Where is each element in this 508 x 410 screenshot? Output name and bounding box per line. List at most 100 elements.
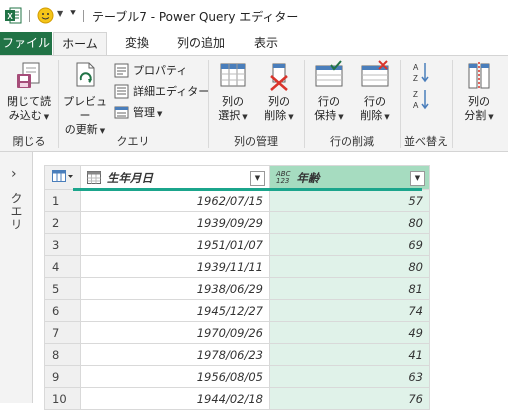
row-number[interactable]: 10 [44, 387, 81, 410]
table-row[interactable]: 9 1956/08/05 63 [44, 365, 430, 388]
svg-text:A: A [413, 101, 419, 110]
cell-birthdate[interactable]: 1939/09/29 [80, 211, 270, 234]
row-number[interactable]: 4 [44, 255, 81, 278]
row-number[interactable]: 6 [44, 299, 81, 322]
refresh-preview-button[interactable]: プレビュー の更新 ▼ [60, 60, 110, 138]
column-header-birthdate[interactable]: 生年月日 ▼ [80, 165, 270, 190]
header-row: 生年月日 ▼ ABC 123 年齢 ▼ [44, 165, 430, 190]
customize-quick-access-icon[interactable]: ⯆ [69, 8, 77, 19]
row-number[interactable]: 9 [44, 365, 81, 388]
cell-age[interactable]: 81 [269, 277, 430, 300]
sort-ascending-button[interactable]: A Z [412, 61, 430, 83]
table-row[interactable]: 8 1978/06/23 41 [44, 343, 430, 366]
column-name-birthdate: 生年月日 [107, 170, 153, 185]
table-row[interactable]: 1 1962/07/15 57 [44, 189, 430, 212]
cell-age[interactable]: 80 [269, 255, 430, 278]
expand-queries-chevron-icon[interactable]: › [11, 166, 17, 182]
calendar-icon [87, 170, 101, 184]
keep-rows-button[interactable]: 行の 保持 ▼ [306, 60, 352, 124]
group-separator [400, 60, 401, 148]
sort-ascending-icon: A Z [413, 63, 429, 83]
remove-columns-icon [263, 60, 295, 92]
table-menu-corner[interactable] [44, 165, 81, 190]
cell-age[interactable]: 80 [269, 211, 430, 234]
cell-birthdate[interactable]: 1944/02/18 [80, 387, 270, 410]
tab-file[interactable]: ファイル [0, 32, 52, 56]
cell-birthdate[interactable]: 1962/07/15 [80, 189, 270, 212]
cell-birthdate[interactable]: 1970/09/26 [80, 321, 270, 344]
queries-pane-label[interactable]: クエリ [8, 192, 25, 231]
row-number[interactable]: 2 [44, 211, 81, 234]
cell-age[interactable]: 69 [269, 233, 430, 256]
cell-age[interactable]: 57 [269, 189, 430, 212]
sort-descending-button[interactable]: Z A [412, 88, 430, 110]
table-row[interactable]: 6 1945/12/27 74 [44, 299, 430, 322]
row-number[interactable]: 3 [44, 233, 81, 256]
choose-columns-button[interactable]: 列の 選択 ▼ [210, 60, 256, 124]
row-number[interactable]: 1 [44, 189, 81, 212]
remove-rows-button[interactable]: 行の 削除 ▼ [352, 60, 398, 124]
table-row[interactable]: 7 1970/09/26 49 [44, 321, 430, 344]
row-number[interactable]: 7 [44, 321, 81, 344]
keep-rows-icon [313, 60, 345, 92]
close-and-load-button[interactable]: 閉じて読 み込む ▼ [4, 60, 54, 124]
remove-columns-label-1: 列の [268, 95, 290, 108]
smiley-icon[interactable] [37, 7, 54, 24]
group-label-query: クエリ [116, 135, 150, 148]
filter-dropdown-icon[interactable]: ▼ [250, 171, 265, 186]
table-row[interactable]: 4 1939/11/11 80 [44, 255, 430, 278]
group-separator [304, 60, 305, 148]
remove-columns-button[interactable]: 列の 削除 ▼ [256, 60, 302, 124]
data-grid: 生年月日 ▼ ABC 123 年齢 ▼ 1 1962/07/15 57 2 1939/09/… [44, 165, 430, 410]
cell-age[interactable]: 74 [269, 299, 430, 322]
column-header-age[interactable]: ABC 123 年齢 ▼ [269, 165, 430, 190]
cell-age[interactable]: 76 [269, 387, 430, 410]
queries-pane: › クエリ [0, 152, 33, 403]
close-load-icon [13, 60, 45, 92]
tab-transform[interactable]: 変換 [114, 32, 160, 56]
cell-birthdate[interactable]: 1978/06/23 [80, 343, 270, 366]
title-divider-2 [83, 10, 84, 22]
properties-button[interactable]: プロパティ [114, 62, 187, 80]
choose-columns-label-1: 列の [222, 95, 244, 108]
row-number[interactable]: 5 [44, 277, 81, 300]
any-type-icon: ABC 123 [276, 170, 291, 185]
table-row[interactable]: 3 1951/01/07 69 [44, 233, 430, 256]
excel-icon[interactable]: X [5, 7, 22, 24]
column-name-age: 年齢 [296, 170, 320, 185]
cell-birthdate[interactable]: 1945/12/27 [80, 299, 270, 322]
cell-age[interactable]: 63 [269, 365, 430, 388]
keep-rows-label-2: 保持 ▼ [314, 109, 344, 122]
choose-columns-icon [217, 60, 249, 92]
advanced-editor-button[interactable]: 詳細エディター [114, 83, 209, 101]
data-table: 生年月日 ▼ ABC 123 年齢 ▼ 1 1962/07/15 57 2 1939/09/… [44, 165, 430, 410]
cell-age[interactable]: 41 [269, 343, 430, 366]
manage-icon [114, 106, 129, 118]
table-row[interactable]: 5 1938/06/29 81 [44, 277, 430, 300]
svg-text:Z: Z [413, 74, 418, 83]
smiley-dropdown-icon[interactable]: ▼ [57, 9, 63, 18]
table-row[interactable]: 10 1944/02/18 76 [44, 387, 430, 410]
remove-rows-icon [359, 60, 391, 92]
cell-birthdate[interactable]: 1951/01/07 [80, 233, 270, 256]
table-row[interactable]: 2 1939/09/29 80 [44, 211, 430, 234]
remove-rows-label-2: 削除 ▼ [360, 109, 390, 122]
group-separator [58, 60, 59, 148]
tab-home[interactable]: ホーム [53, 32, 107, 56]
properties-icon [114, 63, 129, 77]
svg-text:X: X [7, 12, 13, 21]
row-number[interactable]: 8 [44, 343, 81, 366]
group-label-reduce-rows: 行の削減 [330, 135, 374, 148]
split-column-button[interactable]: 列の 分割 ▼ [456, 60, 502, 124]
split-column-label-2: 分割 ▼ [464, 109, 494, 122]
tab-add-column[interactable]: 列の追加 [168, 32, 234, 56]
filter-dropdown-icon[interactable]: ▼ [410, 171, 425, 186]
tab-view[interactable]: 表示 [244, 32, 288, 56]
svg-text:A: A [413, 63, 419, 72]
cell-age[interactable]: 49 [269, 321, 430, 344]
cell-birthdate[interactable]: 1956/08/05 [80, 365, 270, 388]
group-label-manage-columns: 列の管理 [234, 135, 278, 148]
cell-birthdate[interactable]: 1938/06/29 [80, 277, 270, 300]
manage-button[interactable]: 管理 ▼ [114, 104, 162, 122]
cell-birthdate[interactable]: 1939/11/11 [80, 255, 270, 278]
